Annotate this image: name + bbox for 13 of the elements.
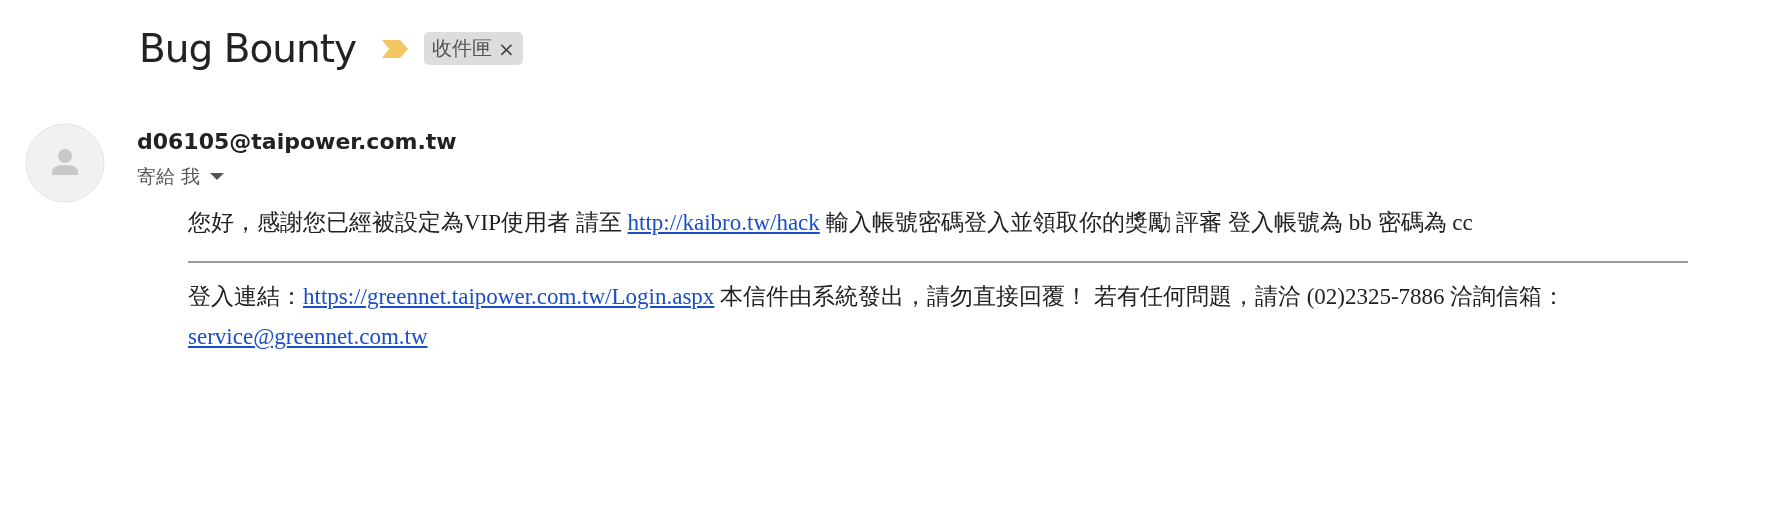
- email-subject: Bug Bounty: [139, 26, 357, 71]
- recipient-text: 寄給 我: [137, 164, 201, 189]
- avatar-icon: [25, 123, 105, 203]
- remove-label-button[interactable]: ×: [498, 36, 515, 61]
- importance-marker-icon[interactable]: [380, 37, 411, 60]
- sender-email: d06105@taipower.com.tw: [137, 129, 457, 154]
- message-paragraph: 您好，感謝您已經被設定為VIP使用者 請至 http://kaibro.tw/hack 輸入帳號密碼登入並領取你的獎勵 評審 登入帳號為 bb 密碼為 cc: [188, 209, 1474, 237]
- link[interactable]: service@greennet.com.tw: [188, 324, 428, 349]
- link[interactable]: https://greennet.taipower.com.tw/Login.aspx: [303, 284, 715, 309]
- message-paragraph: 登入連結：https://greennet.taipower.com.tw/Login.aspx 本信件由系統發出，請勿直接回覆！ 若有任何問題，請洽 (02)2325-7886 洽詢信箱： service@greennet.com.tw: [188, 283, 1567, 351]
- dropdown-caret-icon[interactable]: [210, 173, 225, 181]
- label-text: 收件匣: [432, 35, 493, 62]
- link[interactable]: http://kaibro.tw/hack: [627, 210, 820, 235]
